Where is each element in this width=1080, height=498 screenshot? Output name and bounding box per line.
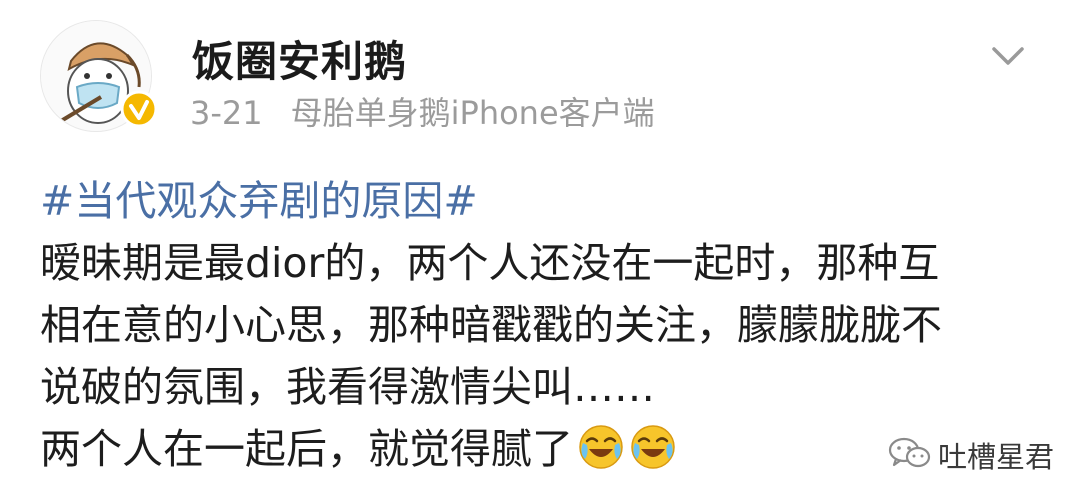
post-text-line: 相在意的小心思，那种暗戳戳的关注，朦朦胧胧不 xyxy=(40,301,942,349)
author-name[interactable]: 饭圈安利鹅 xyxy=(192,28,407,89)
post-meta: 3-21 母胎单身鹅iPhone客户端 xyxy=(190,88,655,134)
post-date: 3-21 xyxy=(190,94,263,132)
post-source: 母胎单身鹅iPhone客户端 xyxy=(290,94,655,132)
wechat-icon xyxy=(888,436,932,470)
chevron-down-icon[interactable] xyxy=(986,34,1030,78)
verified-badge-icon xyxy=(120,90,158,128)
watermark-label: 吐槽星君 xyxy=(938,440,1055,474)
post-text-line: 暧昧期是最dior的，两个人还没在一起时，那种互 xyxy=(40,239,940,287)
laughing-crying-emoji xyxy=(577,423,625,471)
post-text-line: 说破的氛围，我看得激情尖叫…… xyxy=(40,363,655,411)
post-content: #当代观众弃剧的原因# 暧昧期是最dior的，两个人还没在一起时，那种互 相在意… xyxy=(40,170,1040,480)
post-text-line: 两个人在一起后，就觉得腻了 xyxy=(40,425,573,473)
laughing-crying-emoji xyxy=(629,423,677,471)
hashtag-link[interactable]: #当代观众弃剧的原因# xyxy=(40,177,478,225)
